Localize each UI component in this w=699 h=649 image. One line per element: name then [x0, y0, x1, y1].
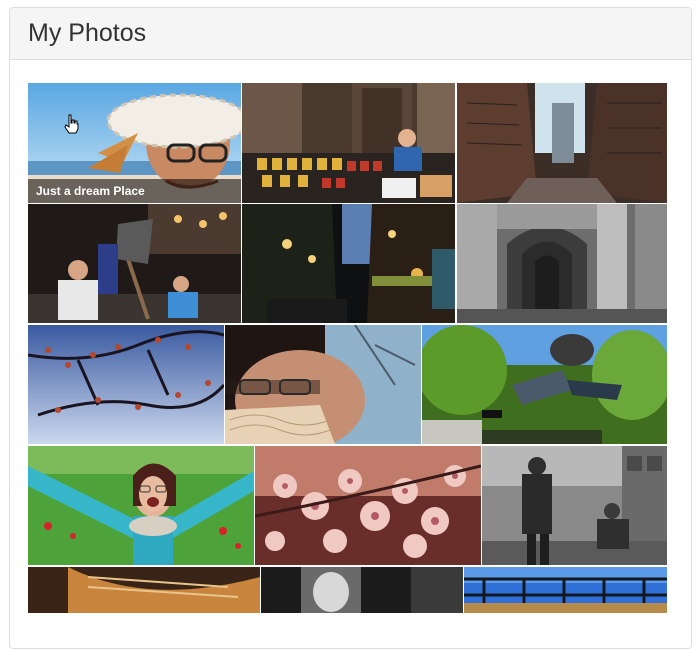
photo-hammock[interactable]	[28, 567, 260, 613]
photo-night-street[interactable]	[242, 204, 455, 323]
photo-cherry-blossoms[interactable]	[255, 446, 481, 565]
photo-tree-branches[interactable]	[28, 325, 224, 444]
photo-dark-scene[interactable]	[261, 567, 463, 613]
photo-park-jump[interactable]	[422, 325, 667, 444]
photo-colonnade[interactable]	[457, 204, 667, 323]
photo-caption: Just a dream Place	[28, 179, 241, 203]
photo-bridge-railing[interactable]	[464, 567, 667, 613]
photo-woman-glasses[interactable]	[225, 325, 421, 444]
page-title: My Photos	[28, 19, 147, 47]
photo-stone-alley[interactable]	[457, 83, 667, 203]
photo-laughing-woman[interactable]	[28, 446, 254, 565]
photo-market-stall[interactable]	[242, 83, 455, 203]
hand-cursor-icon	[64, 114, 79, 134]
photo-street-artist[interactable]	[28, 204, 241, 323]
photo-hat-woman[interactable]: Just a dream Place	[28, 83, 241, 203]
photo-street-photographers[interactable]	[482, 446, 667, 565]
panel-heading: My Photos	[10, 8, 691, 60]
